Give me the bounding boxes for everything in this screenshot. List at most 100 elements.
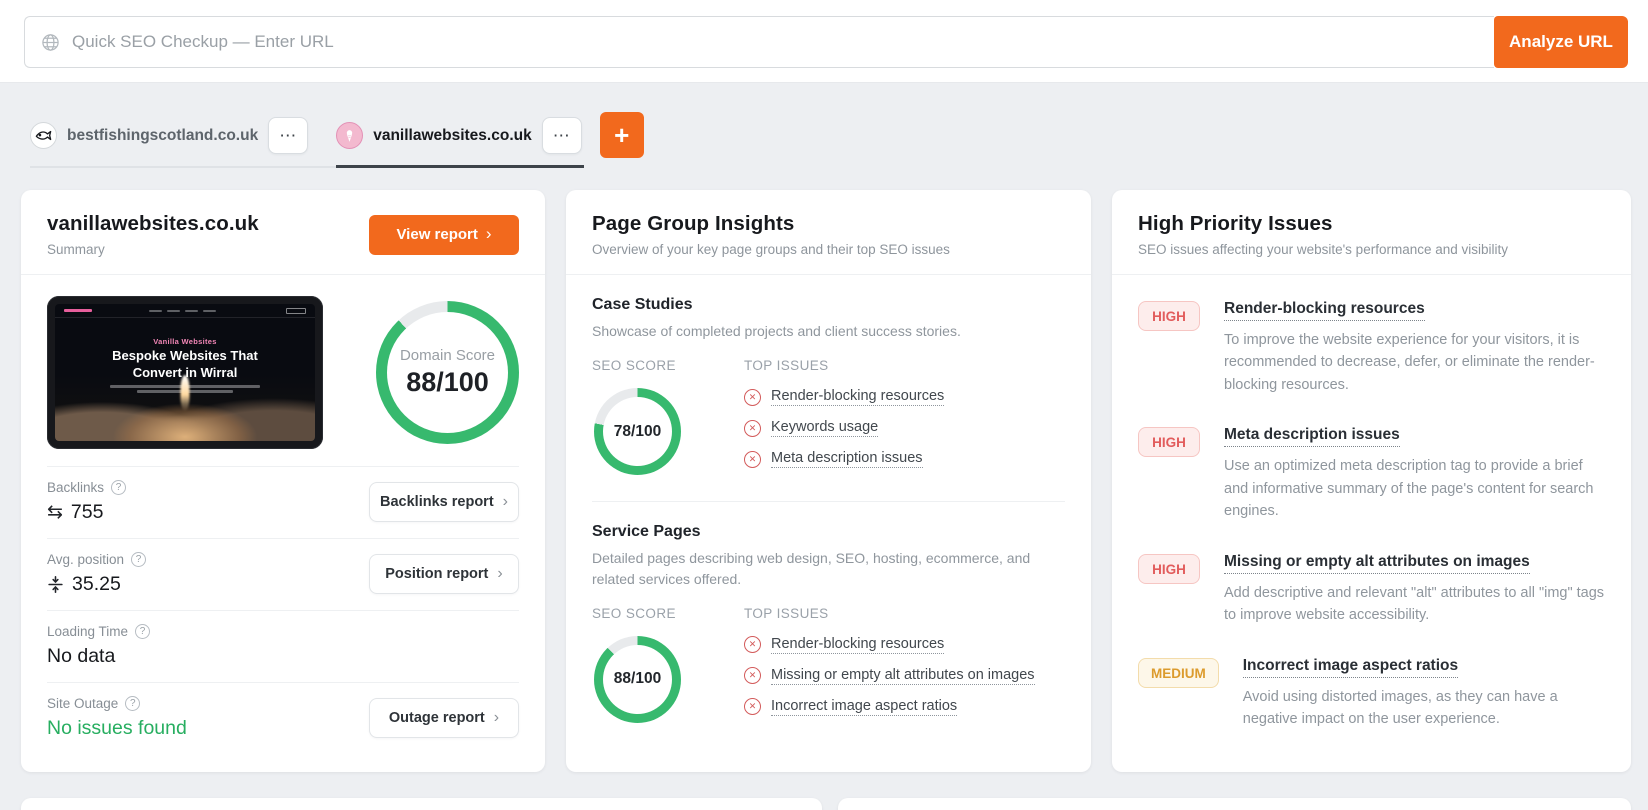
seo-score-value: 78/100 — [613, 422, 662, 440]
website-screenshot: Vanilla Websites Bespoke Websites That C… — [55, 304, 315, 441]
help-icon[interactable]: ? — [125, 696, 141, 711]
top-issue-item: ✕ Missing or empty alt attributes on ima… — [744, 667, 1065, 685]
tab-menu-button[interactable]: ⋯ — [268, 117, 309, 154]
summary-card-header: vanillawebsites.co.uk Summary View repor… — [21, 190, 545, 275]
issue-link[interactable]: Render-blocking resources — [771, 636, 945, 654]
quick-seo-checkup-bar: Analyze URL — [24, 16, 1628, 68]
stat-label: Avg. position — [47, 552, 125, 567]
globe-icon — [42, 33, 59, 51]
help-icon[interactable]: ? — [135, 624, 151, 639]
priority-issues-body: HIGH Render-blocking resources To improv… — [1112, 275, 1631, 744]
tab-menu-button[interactable]: ⋯ — [541, 117, 582, 154]
seo-score-value: 88/100 — [613, 670, 662, 688]
page-groups-title: Page Group Insights — [592, 212, 795, 235]
site-outage-value: No issues found — [47, 717, 187, 739]
priority-issue-link[interactable]: Incorrect image aspect ratios — [1242, 657, 1459, 678]
page-group-name: Service Pages — [592, 523, 701, 541]
backlinks-value: 755 — [70, 501, 104, 523]
seo-score-label: SEO SCORE — [592, 358, 676, 374]
swap-arrows-icon: ⇆ — [47, 502, 63, 523]
seo-score-gauge: 88/100 — [594, 635, 681, 723]
chevron-right-icon: › — [497, 565, 503, 582]
top-issue-item: ✕ Meta description issues — [744, 450, 1065, 469]
top-issue-item: ✕ Incorrect image aspect ratios — [744, 698, 1065, 716]
thumbnail-navbar — [55, 304, 315, 318]
add-site-button[interactable]: + — [599, 112, 644, 158]
thumbnail-headline: Bespoke Websites That Convert in Wirral — [112, 347, 258, 380]
tab-label: bestfishingscotland.co.uk — [67, 126, 259, 144]
bottom-card-right — [838, 798, 1631, 810]
priority-issues-title: High Priority Issues — [1138, 212, 1333, 235]
thumbnail-logo: Vanilla Websites — [153, 336, 217, 346]
avg-position-value: 35.25 — [72, 573, 121, 595]
circle-x-icon: ✕ — [744, 419, 761, 437]
url-search-input[interactable] — [72, 32, 1478, 52]
summary-subtitle: Summary — [47, 242, 105, 257]
position-report-button[interactable]: Position report › — [369, 554, 519, 594]
page-group-section: Case Studies Showcase of completed proje… — [592, 275, 1065, 501]
avg-position-row: Avg. position ? 35.25 Position report › — [47, 538, 519, 610]
top-issues-label: TOP ISSUES — [744, 358, 829, 374]
backlinks-report-button[interactable]: Backlinks report › — [369, 482, 519, 522]
site-summary-card: vanillawebsites.co.uk Summary View repor… — [21, 190, 545, 772]
top-issues-label: TOP ISSUES — [744, 605, 829, 621]
priority-issues-header: High Priority Issues SEO issues affectin… — [1112, 190, 1631, 275]
priority-issue-item: HIGH Render-blocking resources To improv… — [1138, 283, 1605, 409]
chevron-right-icon: › — [502, 493, 508, 510]
chevron-right-icon: › — [493, 709, 500, 726]
priority-issue-description: To improve the website experience for yo… — [1224, 332, 1595, 393]
issue-link[interactable]: Incorrect image aspect ratios — [771, 698, 958, 716]
priority-issue-item: HIGH Meta description issues Use an opti… — [1138, 409, 1605, 535]
priority-issue-link[interactable]: Missing or empty alt attributes on image… — [1224, 553, 1530, 574]
issue-link[interactable]: Meta description issues — [771, 450, 923, 469]
bottom-cards-row — [0, 772, 1648, 810]
page-groups-header: Page Group Insights Overview of your key… — [566, 190, 1091, 275]
issue-link[interactable]: Missing or empty alt attributes on image… — [771, 667, 1035, 685]
severity-badge: HIGH — [1138, 427, 1200, 458]
site-tabs-row: bestfishingscotland.co.uk ⋯ vanillawebsi… — [0, 83, 1648, 168]
tab-label: vanillawebsites.co.uk — [373, 126, 532, 144]
page-group-description: Detailed pages describing web design, SE… — [592, 550, 1031, 587]
ice-cream-icon — [336, 122, 364, 149]
site-tabs-strip: bestfishingscotland.co.uk ⋯ vanillawebsi… — [30, 117, 584, 168]
priority-issue-item: HIGH Missing or empty alt attributes on … — [1138, 536, 1605, 640]
loading-time-row: Loading Time ? No data — [47, 610, 519, 682]
page-group-name: Case Studies — [592, 296, 693, 313]
analyze-url-button[interactable]: Analyze URL — [1494, 16, 1628, 68]
summary-card-body: Vanilla Websites Bespoke Websites That C… — [21, 275, 545, 754]
tab-bestfishingscotland[interactable]: bestfishingscotland.co.uk ⋯ — [30, 117, 310, 166]
help-icon[interactable]: ? — [111, 480, 127, 495]
backlinks-row: Backlinks ? ⇆ 755 Backlinks report › — [47, 466, 519, 538]
summary-hero: Vanilla Websites Bespoke Websites That C… — [47, 275, 519, 466]
page-group-section: Service Pages Detailed pages describing … — [592, 501, 1065, 749]
issue-link[interactable]: Keywords usage — [771, 419, 879, 438]
top-issue-item: ✕ Render-blocking resources — [744, 636, 1065, 654]
severity-badge: MEDIUM — [1138, 657, 1219, 688]
fish-icon — [30, 122, 57, 149]
priority-issue-link[interactable]: Meta description issues — [1224, 426, 1400, 448]
domain-score-value: 88/100 — [406, 367, 489, 397]
outage-report-button[interactable]: Outage report › — [369, 698, 519, 738]
align-arrows-icon — [48, 576, 63, 593]
tab-vanillawebsites[interactable]: vanillawebsites.co.uk ⋯ — [336, 117, 584, 168]
help-icon[interactable]: ? — [131, 552, 147, 567]
top-bar: Analyze URL — [0, 0, 1648, 83]
chevron-right-icon: › — [485, 223, 492, 243]
circle-x-icon: ✕ — [744, 388, 761, 406]
priority-issue-description: Avoid using distorted images, as they ca… — [1242, 688, 1558, 728]
summary-site-title: vanillawebsites.co.uk — [47, 212, 259, 235]
stat-label: Loading Time — [47, 624, 129, 639]
page-group-insights-card: Page Group Insights Overview of your key… — [566, 190, 1091, 772]
view-report-button[interactable]: View report › — [369, 214, 519, 255]
top-issue-item: ✕ Keywords usage — [744, 419, 1065, 438]
seo-score-label: SEO SCORE — [592, 605, 676, 621]
priority-issue-description: Add descriptive and relevant "alt" attri… — [1224, 584, 1605, 624]
site-outage-row: Site Outage ? No issues found Outage rep… — [47, 682, 519, 754]
issue-link[interactable]: Render-blocking resources — [771, 388, 945, 407]
top-issues-list: ✕ Render-blocking resources ✕ Keywords u… — [744, 388, 1065, 469]
stat-label: Site Outage — [47, 696, 119, 711]
website-thumbnail: Vanilla Websites Bespoke Websites That C… — [47, 296, 323, 449]
thumbnail-hero-text: Vanilla Websites Bespoke Websites That C… — [55, 337, 315, 393]
domain-score-label: Domain Score — [399, 347, 496, 364]
priority-issue-link[interactable]: Render-blocking resources — [1224, 300, 1425, 321]
